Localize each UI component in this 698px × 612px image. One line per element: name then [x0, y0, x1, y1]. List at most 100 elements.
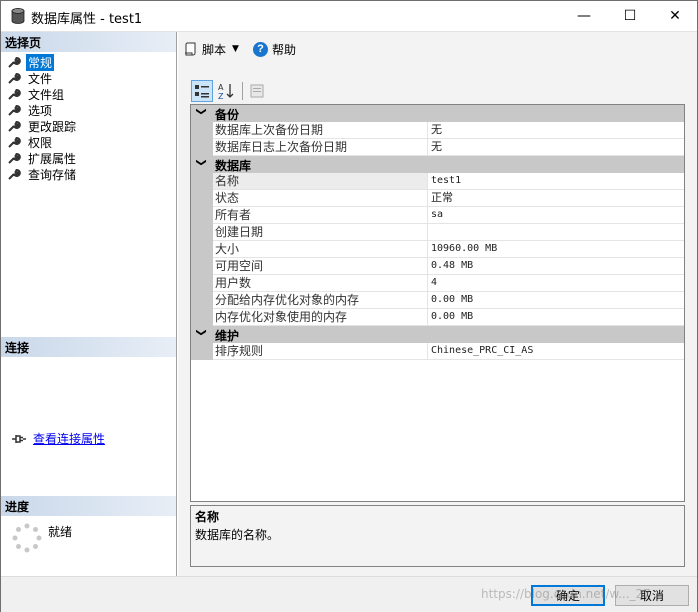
property-name: 数据库上次备份日期 — [213, 122, 428, 139]
view-connection-properties[interactable]: 查看连接属性 — [11, 430, 105, 447]
property-name: 用户数 — [213, 275, 428, 292]
progress-status: 就绪 — [48, 525, 73, 539]
property-row[interactable]: 状态 正常 — [191, 190, 684, 207]
property-row[interactable]: 可用空间 0.48 MB — [191, 258, 684, 275]
property-row[interactable]: 用户数 4 — [191, 275, 684, 292]
collapse-chevron-icon[interactable]: ❯ — [196, 328, 207, 336]
page-item-label: 更改跟踪 — [28, 119, 77, 134]
property-name: 分配给内存优化对象的内存 — [213, 292, 428, 309]
view-connection-link[interactable]: 查看连接属性 — [33, 430, 105, 447]
script-button[interactable]: 脚本 ▼ — [184, 41, 243, 58]
description-panel: 名称 数据库的名称。 — [190, 505, 685, 567]
toolbar-divider — [242, 82, 243, 100]
property-row[interactable]: 分配给内存优化对象的内存 0.00 MB — [191, 292, 684, 309]
page-item-query-store[interactable]: 查询存储 — [7, 166, 78, 182]
property-row[interactable]: 大小 10960.00 MB — [191, 241, 684, 258]
minimize-icon: — — [577, 8, 591, 24]
page-item-label: 常规 — [26, 53, 55, 71]
watermark: https://blog.csdn.net/w..._27 — [481, 587, 651, 601]
property-pages-button[interactable] — [246, 80, 268, 102]
help-label: 帮助 — [271, 42, 296, 57]
row-gutter — [191, 122, 213, 139]
row-gutter — [191, 139, 213, 156]
connection-header: 连接 — [1, 337, 176, 357]
page-item-label: 扩展属性 — [28, 151, 77, 166]
collapse-chevron-icon[interactable]: ❯ — [196, 107, 207, 115]
page-item-label: 选项 — [28, 103, 53, 118]
page-item-general[interactable]: 常规 — [7, 53, 78, 71]
alphabetical-button[interactable]: A Z — [215, 80, 237, 102]
row-gutter — [191, 309, 213, 326]
help-button[interactable]: ? 帮助 — [252, 41, 296, 58]
minimize-button[interactable]: — — [561, 1, 607, 31]
database-properties-dialog: 数据库属性 - test1 — ☐ ✕ 选择页 常规 文件 文件组 选项 更改跟… — [0, 0, 698, 612]
property-value: sa — [428, 207, 684, 224]
wrench-icon — [8, 57, 21, 68]
script-label: 脚本 — [202, 42, 227, 57]
property-row[interactable]: 内存优化对象使用的内存 0.00 MB — [191, 309, 684, 326]
toolbar: 脚本 ▼ ? 帮助 — [178, 32, 697, 66]
property-row[interactable]: 排序规则 Chinese_PRC_CI_AS — [191, 343, 684, 360]
property-grid: ❯ 备份 数据库上次备份日期 无 数据库日志上次备份日期 无 ❯ 数据库 名称 — [190, 104, 685, 502]
property-row-name[interactable]: 名称 test1 — [191, 173, 684, 190]
script-icon — [185, 42, 196, 56]
property-value: 0.00 MB — [428, 292, 684, 309]
sort-az-icon: A Z — [218, 83, 234, 100]
page-item-filegroups[interactable]: 文件组 — [7, 86, 78, 102]
right-panel: 脚本 ▼ ? 帮助 A Z ❯ 备份 数据库上次备份日期 无 数据库日志上次备份… — [178, 32, 697, 576]
maximize-button[interactable]: ☐ — [607, 1, 653, 31]
wrench-icon — [8, 105, 21, 116]
property-value: 无 — [428, 122, 684, 139]
wrench-icon — [8, 153, 21, 164]
property-value: 10960.00 MB — [428, 241, 684, 258]
category-database[interactable]: ❯ 数据库 — [191, 156, 684, 173]
title-bar: 数据库属性 - test1 — ☐ ✕ — [1, 1, 697, 32]
chevron-down-icon[interactable]: ▼ — [232, 44, 239, 54]
category-name: 维护 — [215, 329, 240, 343]
wrench-icon — [8, 121, 21, 132]
property-pages-icon — [250, 84, 264, 98]
property-name: 创建日期 — [213, 224, 428, 241]
property-value: 无 — [428, 139, 684, 156]
categorized-button[interactable] — [191, 80, 213, 102]
close-button[interactable]: ✕ — [652, 1, 698, 31]
page-item-change-tracking[interactable]: 更改跟踪 — [7, 118, 78, 134]
property-value: 0.00 MB — [428, 309, 684, 326]
row-gutter — [191, 241, 213, 258]
page-item-files[interactable]: 文件 — [7, 70, 78, 86]
window-title: 数据库属性 - test1 — [31, 12, 143, 27]
row-gutter — [191, 190, 213, 207]
property-name: 排序规则 — [213, 343, 428, 360]
wrench-icon — [8, 169, 21, 180]
row-gutter — [191, 275, 213, 292]
property-value — [428, 224, 684, 241]
property-name: 内存优化对象使用的内存 — [213, 309, 428, 326]
page-item-options[interactable]: 选项 — [7, 102, 78, 118]
page-item-label: 查询存储 — [28, 167, 77, 182]
category-maintenance[interactable]: ❯ 维护 — [191, 326, 684, 343]
property-row[interactable]: 所有者 sa — [191, 207, 684, 224]
wrench-icon — [8, 137, 21, 148]
svg-text:Z: Z — [218, 92, 224, 100]
row-gutter — [191, 207, 213, 224]
property-value: test1 — [428, 173, 684, 190]
page-list: 常规 文件 文件组 选项 更改跟踪 权限 扩展属性 查询存储 — [7, 53, 78, 182]
category-backup[interactable]: ❯ 备份 — [191, 105, 684, 122]
property-row[interactable]: 数据库日志上次备份日期 无 — [191, 139, 684, 156]
page-item-label: 权限 — [28, 135, 53, 150]
maximize-icon: ☐ — [623, 8, 637, 24]
property-name: 所有者 — [213, 207, 428, 224]
button-bar: 确定 取消 https://blog.csdn.net/w..._27 — [1, 576, 697, 612]
help-icon: ? — [252, 41, 268, 57]
property-row[interactable]: 创建日期 — [191, 224, 684, 241]
property-name: 状态 — [213, 190, 428, 207]
property-name: 名称 — [213, 173, 428, 190]
page-item-permissions[interactable]: 权限 — [7, 134, 78, 150]
property-row[interactable]: 数据库上次备份日期 无 — [191, 122, 684, 139]
plug-icon — [12, 434, 26, 443]
page-item-extended-properties[interactable]: 扩展属性 — [7, 150, 78, 166]
row-gutter — [191, 292, 213, 309]
collapse-chevron-icon[interactable]: ❯ — [196, 158, 207, 166]
progress-spinner-icon — [12, 523, 42, 553]
progress-header: 进度 — [1, 496, 176, 516]
